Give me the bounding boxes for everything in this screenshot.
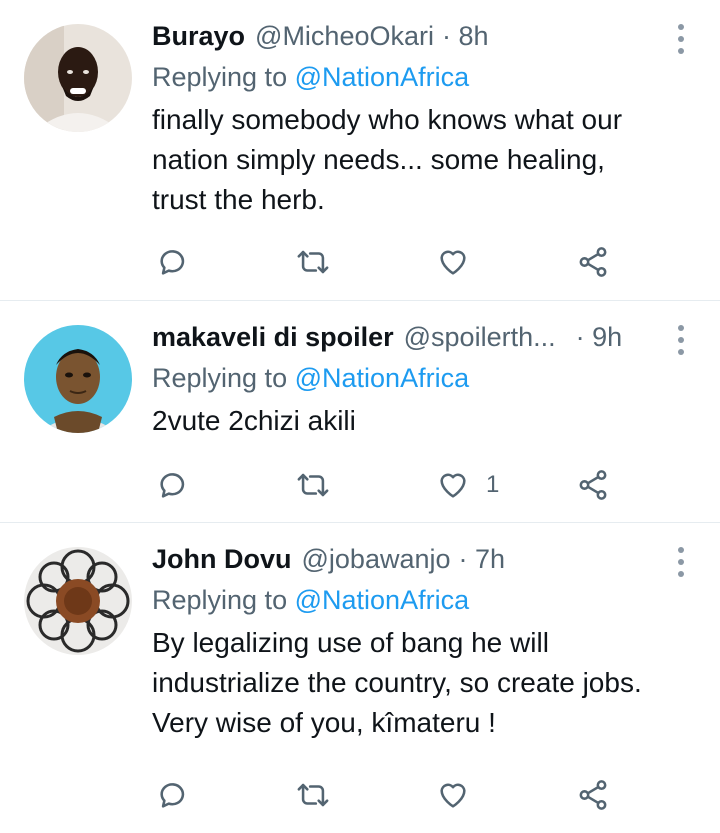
replying-to: Replying to @NationAfrica — [152, 58, 680, 96]
like-button[interactable] — [436, 775, 486, 815]
more-options-icon[interactable] — [678, 547, 686, 577]
avatar[interactable] — [24, 24, 132, 132]
tweet-text: 2vute 2chizi akili — [152, 401, 680, 441]
replying-label: Replying to — [152, 62, 288, 92]
reply-button[interactable] — [156, 775, 190, 815]
share-icon — [579, 470, 607, 500]
author-name[interactable]: Burayo — [152, 18, 245, 54]
tweet[interactable]: Burayo @MicheoOkari · 8h Replying to @Na… — [0, 0, 720, 301]
tweet-text: By legalizing use of bang he will indust… — [152, 623, 680, 743]
retweet-button[interactable] — [296, 465, 330, 505]
replying-label: Replying to — [152, 363, 288, 393]
replying-mention-link[interactable]: @NationAfrica — [295, 585, 469, 615]
reply-icon — [160, 250, 185, 275]
share-icon — [579, 247, 607, 277]
replying-mention-link[interactable]: @NationAfrica — [295, 363, 469, 393]
author-name[interactable]: John Dovu — [152, 541, 292, 577]
author-handle[interactable]: @MicheoOkari — [255, 18, 434, 54]
tweet-actions — [152, 242, 720, 282]
replying-to: Replying to @NationAfrica — [152, 581, 680, 619]
timestamp[interactable]: · 9h — [576, 319, 623, 355]
author-name[interactable]: makaveli di spoiler — [152, 319, 394, 355]
share-button[interactable] — [576, 775, 610, 815]
more-options-icon[interactable] — [678, 325, 686, 355]
like-count: 1 — [486, 471, 500, 498]
like-button[interactable] — [436, 242, 486, 282]
timestamp[interactable]: · 7h — [459, 541, 506, 577]
reply-button[interactable] — [156, 465, 190, 505]
retweet-button[interactable] — [296, 775, 330, 815]
retweet-icon — [297, 250, 329, 274]
tweet-content: makaveli di spoiler @spoilerth... · 9h R… — [152, 319, 680, 441]
tweet-content: John Dovu @jobawanjo · 7h Replying to @N… — [152, 541, 680, 743]
tweet-text-line: By legalizing use of bang he will — [152, 627, 549, 658]
retweet-icon — [297, 783, 329, 807]
replying-label: Replying to — [152, 585, 288, 615]
author-handle[interactable]: @spoilerth... — [404, 319, 556, 355]
heart-icon — [440, 783, 466, 808]
tweet[interactable]: makaveli di spoiler @spoilerth... · 9h R… — [0, 301, 720, 523]
tweet-text-line: industrialize the country, so create job… — [152, 667, 642, 698]
tweet-content: Burayo @MicheoOkari · 8h Replying to @Na… — [152, 18, 680, 220]
reply-icon — [160, 473, 185, 498]
reply-icon — [160, 783, 185, 808]
tweet-text-line: 2vute 2chizi akili — [152, 405, 356, 436]
reply-button[interactable] — [156, 242, 190, 282]
avatar[interactable] — [24, 547, 132, 655]
retweet-icon — [297, 473, 329, 497]
tweet-header: makaveli di spoiler @spoilerth... · 9h — [152, 319, 680, 355]
timestamp[interactable]: · 8h — [442, 18, 489, 54]
replying-mention-link[interactable]: @NationAfrica — [295, 62, 469, 92]
tweet-actions — [152, 775, 720, 815]
tweet-text-line: nation simply needs... some healing, — [152, 144, 605, 175]
tweet-text-line: Very wise of you, kîmateru ! — [152, 707, 496, 738]
tweet-text: finally somebody who knows what our nati… — [152, 100, 680, 220]
share-button[interactable] — [576, 242, 610, 282]
heart-icon — [440, 250, 466, 275]
tweet[interactable]: John Dovu @jobawanjo · 7h Replying to @N… — [0, 523, 720, 833]
tweet-text-line: trust the herb. — [152, 184, 325, 215]
share-button[interactable] — [576, 465, 610, 505]
like-button[interactable]: 1 — [436, 465, 499, 505]
avatar[interactable] — [24, 325, 132, 433]
author-handle[interactable]: @jobawanjo — [302, 541, 451, 577]
tweet-actions: 1 — [152, 465, 720, 505]
replying-to: Replying to @NationAfrica — [152, 359, 680, 397]
tweet-text-line: finally somebody who knows what our — [152, 104, 623, 135]
retweet-button[interactable] — [296, 242, 330, 282]
tweet-header: John Dovu @jobawanjo · 7h — [152, 541, 680, 577]
tweet-header: Burayo @MicheoOkari · 8h — [152, 18, 680, 54]
heart-icon — [440, 473, 466, 498]
more-options-icon[interactable] — [678, 24, 686, 54]
share-icon — [579, 780, 607, 810]
